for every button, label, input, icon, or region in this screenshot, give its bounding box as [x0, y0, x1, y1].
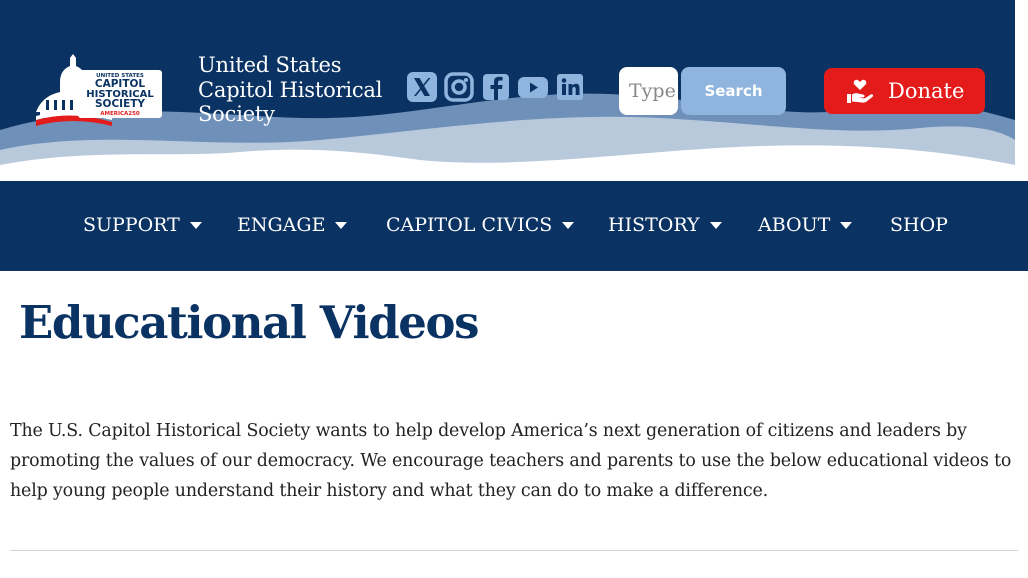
intro-paragraph: The U.S. Capitol Historical Society want…	[10, 421, 1012, 501]
nav-item-capitol-civics[interactable]: CAPITOL CIVICS	[386, 214, 575, 236]
search-input[interactable]	[619, 67, 678, 115]
instagram-icon	[444, 72, 474, 102]
site-logo[interactable]: UNITED STATES CAPITOL HISTORICAL SOCIETY…	[32, 52, 164, 130]
nav-item-label: SHOP	[890, 214, 948, 236]
youtube-icon	[518, 77, 548, 98]
caret-down-icon	[189, 221, 202, 229]
caret-down-icon	[562, 221, 575, 229]
logo-text-society: SOCIETY	[95, 98, 145, 110]
x-twitter-link[interactable]	[406, 71, 438, 103]
nav-item-about[interactable]: ABOUT	[758, 214, 853, 236]
nav-item-engage[interactable]: ENGAGE	[237, 214, 348, 236]
youtube-link[interactable]	[517, 71, 549, 103]
logo-text-america250: AMERICA250	[100, 111, 140, 117]
capitol-dome-logo-icon: UNITED STATES CAPITOL HISTORICAL SOCIETY…	[36, 54, 162, 126]
site-header: UNITED STATES CAPITOL HISTORICAL SOCIETY…	[0, 0, 1015, 181]
nav-item-label: SUPPORT	[83, 214, 180, 236]
site-title-line: United States	[198, 53, 342, 77]
site-title-line: Capitol Historical	[198, 77, 383, 102]
caret-down-icon	[709, 221, 722, 229]
facebook-link[interactable]	[480, 71, 512, 103]
site-title-line: Society	[198, 102, 275, 126]
x-twitter-icon	[407, 72, 437, 102]
content-divider	[10, 550, 1018, 551]
nav-item-label: ENGAGE	[237, 214, 326, 236]
nav-item-label: ABOUT	[758, 214, 831, 236]
nav-item-label: CAPITOL CIVICS	[386, 214, 553, 236]
donate-button[interactable]: Donate	[824, 68, 985, 114]
linkedin-icon	[557, 74, 583, 100]
page-title: Educational Videos	[19, 296, 479, 349]
facebook-icon	[483, 74, 509, 100]
main-navigation: SUPPORT ENGAGE CAPITOL CIVICS HISTORY AB…	[0, 181, 1028, 271]
caret-down-icon	[840, 221, 853, 229]
linkedin-link[interactable]	[554, 71, 586, 103]
instagram-link[interactable]	[443, 71, 475, 103]
nav-item-support[interactable]: SUPPORT	[83, 214, 202, 236]
donate-label: Donate	[888, 79, 965, 103]
heart-hand-icon	[846, 77, 874, 105]
nav-item-label: HISTORY	[608, 214, 700, 236]
header-edge	[1015, 0, 1028, 181]
nav-item-shop[interactable]: SHOP	[890, 214, 948, 236]
site-title[interactable]: United States Capitol Historical Society	[198, 53, 398, 127]
nav-item-history[interactable]: HISTORY	[608, 214, 722, 236]
caret-down-icon	[335, 221, 348, 229]
search-button[interactable]: Search	[681, 67, 786, 115]
